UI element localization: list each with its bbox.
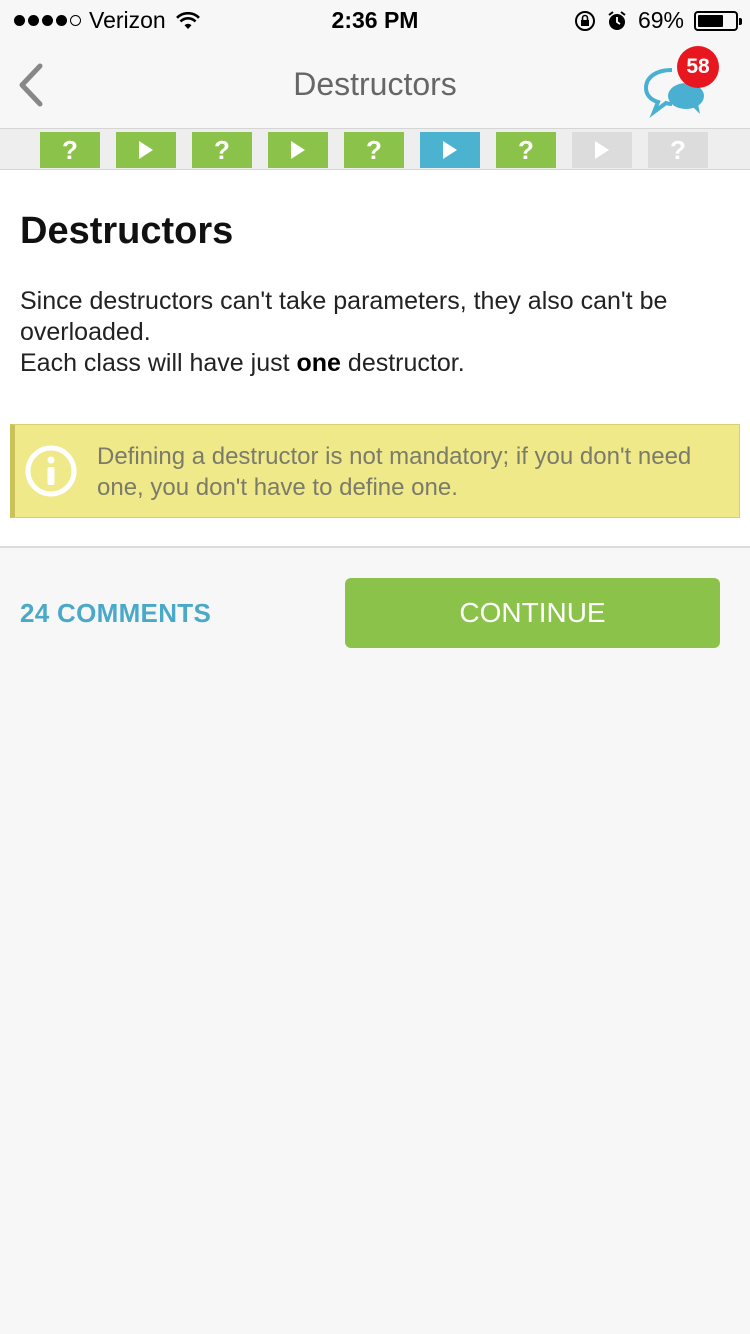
status-right: 69%	[574, 7, 742, 34]
alarm-icon	[608, 10, 626, 30]
lesson-progress-bar: ?????	[0, 128, 750, 170]
lesson-heading: Destructors	[20, 210, 234, 252]
quiz-step-5[interactable]: ?	[344, 132, 404, 168]
battery-percent: 69%	[637, 7, 684, 33]
continue-button[interactable]: CONTINUE	[345, 578, 720, 648]
lesson-step-2[interactable]	[116, 132, 176, 168]
orientation-lock-icon	[574, 10, 595, 31]
quiz-step-9[interactable]: ?	[648, 132, 708, 168]
quiz-step-1[interactable]: ?	[40, 132, 100, 168]
question-mark-icon: ?	[670, 134, 686, 165]
lesson-text-bold: one	[296, 349, 341, 377]
lesson-step-8[interactable]	[572, 132, 632, 168]
quiz-step-3[interactable]: ?	[192, 132, 252, 168]
page-title: Destructors	[293, 66, 457, 102]
lesson-text-line-1: Since destructors can't take parameters,…	[20, 287, 668, 346]
question-mark-icon: ?	[366, 134, 382, 165]
play-icon	[595, 141, 609, 159]
lesson-card: Destructors Since destructors can't take…	[0, 170, 750, 548]
info-text: Defining a destructor is not mandatory; …	[97, 443, 692, 501]
nav-bar: Destructors 58	[0, 42, 750, 128]
question-mark-icon: ?	[214, 134, 230, 165]
play-icon	[443, 141, 457, 159]
lesson-text-post: destructor.	[340, 349, 465, 377]
lesson-text-pre: Each class will have just	[20, 349, 297, 377]
status-bar: Verizon 2:36 PM 69%	[0, 0, 750, 42]
info-callout: Defining a destructor is not mandatory; …	[10, 424, 740, 518]
battery-fill	[698, 14, 723, 27]
lesson-step-4[interactable]	[268, 132, 328, 168]
battery-icon	[694, 10, 742, 31]
quiz-step-7[interactable]: ?	[496, 132, 556, 168]
lesson-text-line-2: Each class will have just one destructor…	[20, 348, 720, 379]
question-mark-icon: ?	[518, 134, 534, 165]
comments-link[interactable]: 24 COMMENTS	[20, 598, 211, 629]
lesson-step-6[interactable]	[420, 132, 480, 168]
info-icon	[25, 445, 77, 497]
lesson-paragraph: Since destructors can't take parameters,…	[20, 286, 720, 379]
play-icon	[139, 141, 153, 159]
play-icon	[291, 141, 305, 159]
question-mark-icon: ?	[62, 134, 78, 165]
notification-badge[interactable]: 58	[677, 46, 719, 88]
